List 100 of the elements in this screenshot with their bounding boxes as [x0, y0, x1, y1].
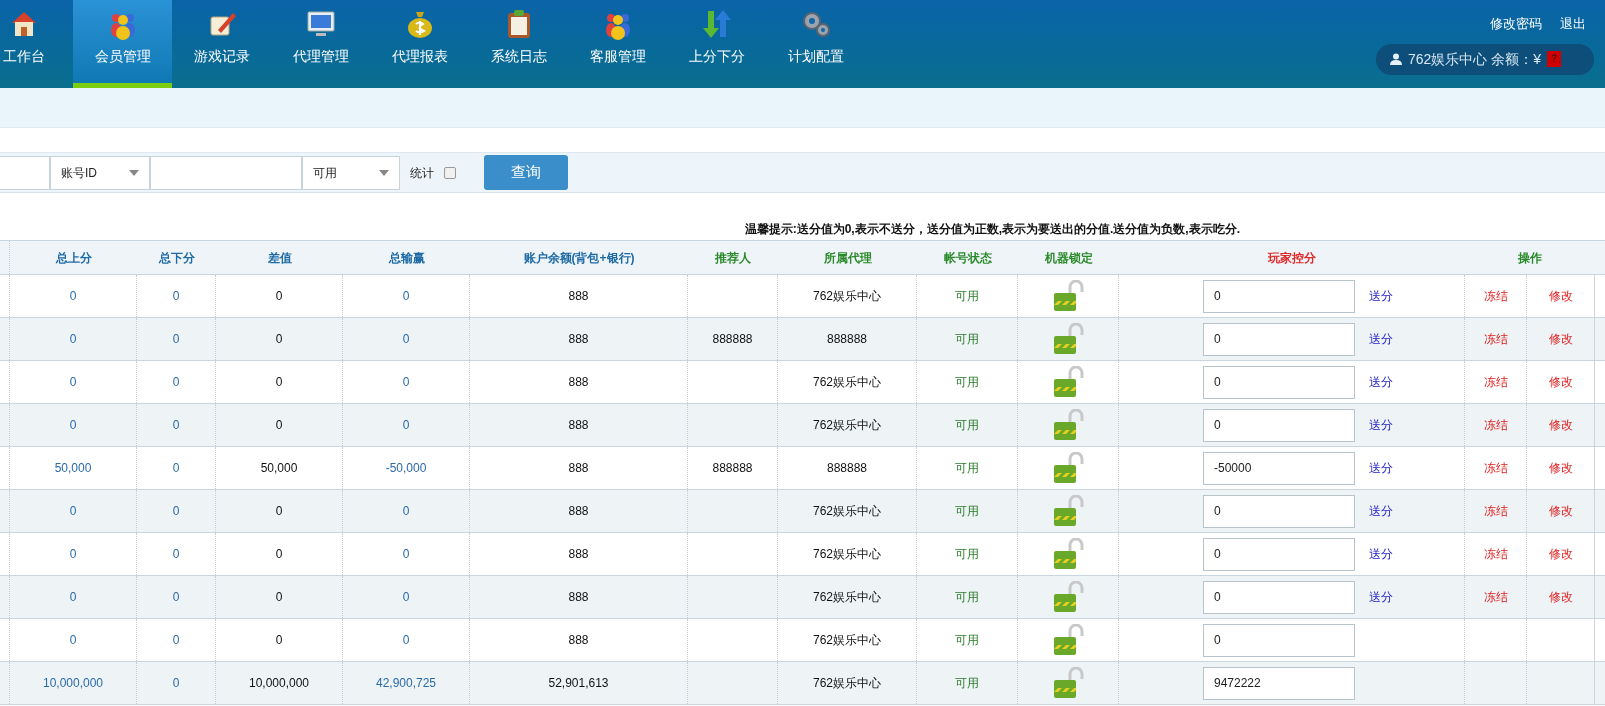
- table-cell-text: 可用: [955, 503, 979, 520]
- nav-tab[interactable]: 工作台: [0, 0, 73, 88]
- table-cell-text: 0: [402, 503, 410, 520]
- padlock-icon: [1052, 667, 1084, 699]
- send-link[interactable]: 送分: [1369, 545, 1393, 563]
- score-field[interactable]: -50000: [1203, 451, 1355, 485]
- table-cell-text: 888: [568, 546, 589, 563]
- score-field[interactable]: 0: [1203, 322, 1355, 356]
- table-cell-text: 888888: [712, 331, 753, 348]
- table-cell-text: 42,900,725: [375, 675, 437, 692]
- freeze-link[interactable]: 冻结: [1483, 545, 1508, 563]
- nav-tab[interactable]: 代理报表: [370, 0, 469, 88]
- column-header: 总输赢: [388, 249, 425, 267]
- nav-tab[interactable]: 游戏记录: [172, 0, 271, 88]
- table-cell-text: 888: [568, 589, 589, 606]
- table-cell-text: 0: [275, 546, 283, 563]
- column-header: 所属代理: [823, 249, 872, 267]
- score-field[interactable]: 0: [1203, 623, 1355, 657]
- table-cell-text: 50,000: [54, 460, 92, 477]
- table-cell-text: 888888: [712, 460, 753, 477]
- table-cell-text: 10,000,000: [42, 675, 104, 692]
- table-cell-text: -50,000: [385, 460, 427, 477]
- table-cell-text: 可用: [955, 546, 979, 563]
- column-header: 差值: [267, 249, 292, 267]
- freeze-link[interactable]: 冻结: [1483, 373, 1508, 391]
- score-field[interactable]: 0: [1203, 494, 1355, 528]
- table-cell-text: 0: [172, 546, 180, 563]
- padlock-icon: [1052, 538, 1084, 570]
- column-header: 帐号状态: [943, 249, 992, 267]
- score-field[interactable]: 0: [1203, 365, 1355, 399]
- padlock-icon: [1052, 409, 1084, 441]
- edit-link[interactable]: 修改: [1548, 502, 1573, 520]
- id-field[interactable]: [150, 155, 302, 190]
- send-link[interactable]: 送分: [1369, 330, 1393, 348]
- header-link[interactable]: 修改密码: [1490, 14, 1542, 34]
- table-cell-text: 888: [568, 374, 589, 391]
- nav-tab[interactable]: 上分下分: [667, 0, 766, 88]
- table-cell-text: 0: [275, 331, 283, 348]
- status-select[interactable]: 可用: [302, 155, 400, 190]
- padlock-icon: [1052, 452, 1084, 484]
- table-cell-text: 可用: [955, 632, 979, 649]
- send-link[interactable]: 送分: [1369, 588, 1393, 606]
- field-select[interactable]: 账号ID: [50, 155, 150, 190]
- send-link[interactable]: 送分: [1369, 416, 1393, 434]
- table-cell-text: 888: [568, 417, 589, 434]
- table-cell-text: 0: [402, 331, 410, 348]
- nav-tab[interactable]: 代理管理: [271, 0, 370, 88]
- table-cell-text: 可用: [955, 417, 979, 434]
- table-cell-text: 0: [69, 503, 77, 520]
- balance-value: ?: [1547, 51, 1562, 67]
- table-cell-text: 10,000,000: [248, 675, 310, 692]
- table-cell-text: 762娱乐中心: [813, 632, 881, 649]
- send-link[interactable]: 送分: [1369, 373, 1393, 391]
- edit-link[interactable]: 修改: [1548, 330, 1573, 348]
- header-link[interactable]: 退出: [1560, 14, 1586, 34]
- padlock-icon: [1052, 366, 1084, 398]
- freeze-link[interactable]: 冻结: [1483, 502, 1508, 520]
- table-cell-text: 0: [69, 374, 77, 391]
- search-button[interactable]: 查询: [484, 155, 568, 190]
- edit-link[interactable]: 修改: [1548, 545, 1573, 563]
- freeze-link[interactable]: 冻结: [1483, 459, 1508, 477]
- score-field[interactable]: 0: [1203, 580, 1355, 614]
- nav-tab[interactable]: 客服管理: [568, 0, 667, 88]
- send-link[interactable]: 送分: [1369, 502, 1393, 520]
- score-field[interactable]: 9472222: [1203, 666, 1355, 700]
- nav-tab[interactable]: 系统日志: [469, 0, 568, 88]
- text-field[interactable]: [0, 155, 50, 190]
- table-cell-text: 0: [402, 417, 410, 434]
- nav-tab[interactable]: 会员管理: [73, 0, 172, 88]
- table-cell-text: 0: [172, 460, 180, 477]
- freeze-link[interactable]: 冻结: [1483, 588, 1508, 606]
- score-field[interactable]: 0: [1203, 279, 1355, 313]
- send-link[interactable]: 送分: [1369, 287, 1393, 305]
- stat-checkbox[interactable]: [444, 166, 456, 179]
- edit-link[interactable]: 修改: [1548, 459, 1573, 477]
- table-cell-text: 0: [172, 675, 180, 692]
- edit-link[interactable]: 修改: [1548, 287, 1573, 305]
- table-cell-text: 0: [69, 417, 77, 434]
- freeze-link[interactable]: 冻结: [1483, 416, 1508, 434]
- table-cell-text: 0: [275, 417, 283, 434]
- edit-link[interactable]: 修改: [1548, 416, 1573, 434]
- table-cell-text: 可用: [955, 374, 979, 391]
- account-text: 762娱乐中心 余额：¥: [1408, 49, 1542, 69]
- table-cell-text: 762娱乐中心: [813, 675, 881, 692]
- freeze-link[interactable]: 冻结: [1483, 330, 1508, 348]
- table-cell-text: 0: [69, 589, 77, 606]
- send-link[interactable]: 送分: [1369, 459, 1393, 477]
- freeze-link[interactable]: 冻结: [1483, 287, 1508, 305]
- edit-link[interactable]: 修改: [1548, 588, 1573, 606]
- score-field[interactable]: 0: [1203, 408, 1355, 442]
- table-cell-text: 0: [172, 374, 180, 391]
- table-cell-text: 52,901,613: [548, 675, 609, 692]
- nav-tab[interactable]: 计划配置: [766, 0, 865, 88]
- table-cell-text: 可用: [955, 675, 979, 692]
- table-cell-text: 可用: [955, 331, 979, 348]
- edit-link[interactable]: 修改: [1548, 373, 1573, 391]
- table-cell-text: 888: [568, 331, 589, 348]
- table-cell-text: 可用: [955, 460, 979, 477]
- score-field[interactable]: 0: [1203, 537, 1355, 571]
- table-cell-text: 888888: [826, 460, 867, 477]
